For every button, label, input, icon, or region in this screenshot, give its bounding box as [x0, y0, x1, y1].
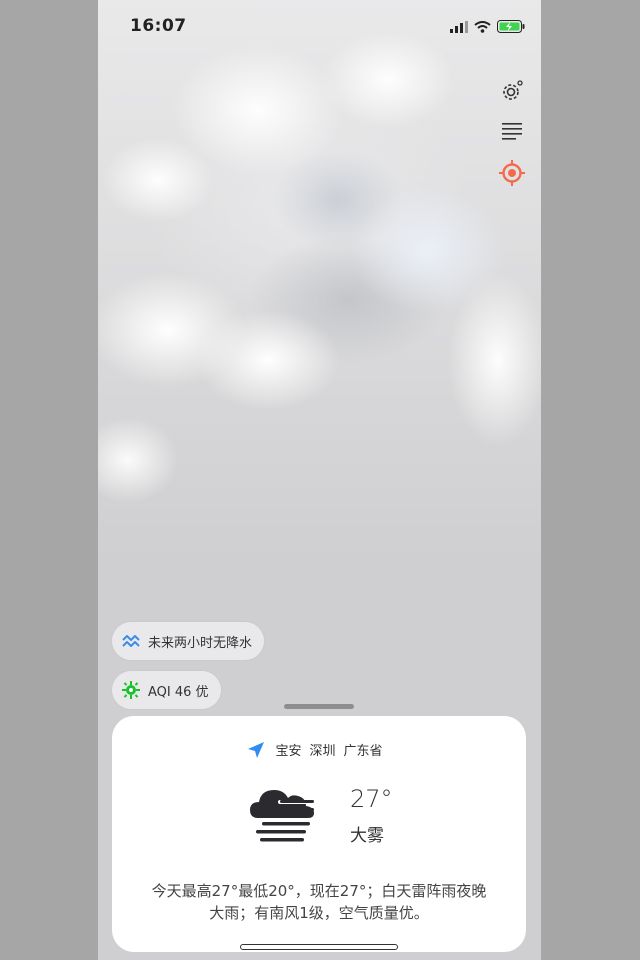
- status-icons: [450, 18, 525, 37]
- rain-forecast-chip[interactable]: 未来两小时无降水: [112, 622, 265, 660]
- aqi-leaf-icon: [122, 681, 140, 699]
- city-list-button[interactable]: [499, 118, 525, 144]
- sky-background: [98, 0, 541, 560]
- location-province: 广东省: [343, 744, 383, 759]
- aqi-text: AQI 46 优: [148, 684, 209, 700]
- rain-forecast-text: 未来两小时无降水: [148, 635, 253, 651]
- current-temperature: 27°: [350, 784, 393, 813]
- weather-card[interactable]: 宝安 深圳 广东省 27° 大雾 今天最高27°最低20°，现在27°；白天雷阵…: [112, 716, 526, 952]
- rain-wave-icon: [122, 635, 140, 647]
- navigation-arrow-icon: [248, 741, 265, 758]
- weather-summary: 今天最高27°最低20°，现在27°；白天雷阵雨夜晚大雨；有南风1级，空气质量优…: [151, 882, 487, 922]
- location-district: 宝安: [275, 744, 302, 759]
- list-icon: [502, 123, 522, 140]
- aqi-chip[interactable]: AQI 46 优: [112, 671, 221, 709]
- phone-screen: 16:07 未来两小时无降水 AQI 46 优 宝安 深圳 广东省 27° 大雾…: [98, 0, 541, 960]
- signal-icon: [450, 18, 468, 37]
- fog-icon: [250, 790, 314, 842]
- current-condition: 27° 大雾: [248, 780, 393, 850]
- weather-condition: 大雾: [350, 825, 384, 846]
- location-city: 深圳: [309, 744, 336, 759]
- status-time: 16:07: [130, 16, 187, 36]
- wifi-icon: [474, 18, 491, 37]
- gear-icon: [503, 80, 523, 100]
- battery-icon: [497, 18, 525, 37]
- crosshair-icon: [499, 160, 525, 186]
- drag-handle[interactable]: [284, 704, 354, 709]
- home-indicator[interactable]: [240, 944, 398, 950]
- locate-button[interactable]: [499, 160, 525, 186]
- settings-button[interactable]: [499, 78, 525, 104]
- location-row[interactable]: 宝安 深圳 广东省: [112, 740, 526, 759]
